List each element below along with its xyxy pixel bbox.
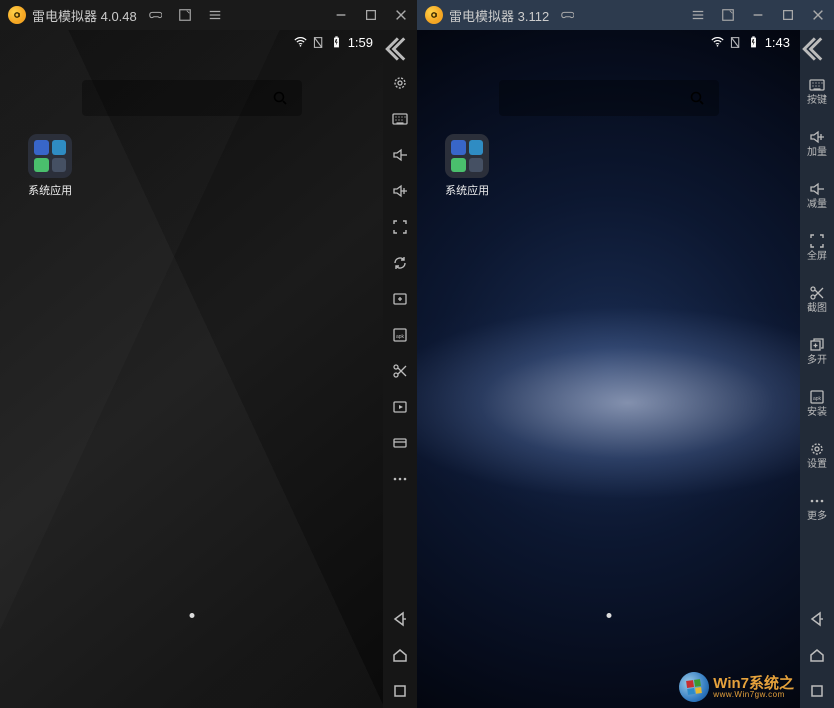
tool-settings[interactable]: 设置	[800, 430, 834, 480]
app-system-apps[interactable]: 系统应用	[427, 134, 507, 198]
window-title: 雷电模拟器 3.112	[449, 6, 549, 25]
tool-apk[interactable]	[383, 318, 417, 352]
collapse-sidebar-button[interactable]	[383, 34, 417, 64]
tool-volume-down[interactable]: 减量	[800, 170, 834, 220]
tool-screenshot[interactable]: 截图	[800, 274, 834, 324]
app-system-apps[interactable]: 系统应用	[10, 134, 90, 198]
tool-fullscreen[interactable]: 全屏	[800, 222, 834, 272]
emulator-window-left: 雷电模拟器 4.0.48 1:59	[0, 0, 417, 708]
close-button[interactable]	[806, 3, 830, 27]
folder-icon	[445, 134, 489, 178]
tool-cut[interactable]	[383, 354, 417, 388]
menu-button[interactable]	[203, 3, 227, 27]
gamepad-button[interactable]	[143, 3, 167, 27]
tool-fullscreen[interactable]	[383, 210, 417, 244]
tool-add-window[interactable]	[383, 282, 417, 316]
nav-back[interactable]	[800, 602, 834, 636]
page-indicator	[189, 613, 194, 618]
app-logo-icon	[425, 6, 443, 24]
nav-back[interactable]	[383, 602, 417, 636]
tool-volume-down[interactable]	[383, 138, 417, 172]
collapse-sidebar-button[interactable]	[800, 34, 834, 64]
toolbar-sidebar	[383, 30, 417, 708]
close-button[interactable]	[389, 3, 413, 27]
maximize-button[interactable]	[776, 3, 800, 27]
tool-multi[interactable]: 多开	[800, 326, 834, 376]
toolbar-sidebar: 按键 加量 减量 全屏 截图 多开 安装 设置 更多	[800, 30, 834, 708]
search-icon	[272, 90, 288, 106]
nav-recent[interactable]	[800, 674, 834, 708]
emulator-window-right: 雷电模拟器 3.112 1:43	[417, 0, 834, 708]
tool-more[interactable]: 更多	[800, 482, 834, 532]
tool-keyboard[interactable]: 按键	[800, 66, 834, 116]
watermark-text: Win7系统之	[713, 676, 794, 691]
home-screen: 系统应用	[417, 30, 800, 708]
titlebar: 雷电模拟器 3.112	[417, 0, 834, 30]
app-logo-icon	[8, 6, 26, 24]
tool-install-apk[interactable]: 安装	[800, 378, 834, 428]
nav-home[interactable]	[800, 638, 834, 672]
tool-play[interactable]	[383, 390, 417, 424]
page-indicator	[606, 613, 611, 618]
nav-recent[interactable]	[383, 674, 417, 708]
minimize-button[interactable]	[329, 3, 353, 27]
window-title: 雷电模拟器 4.0.48	[32, 6, 137, 25]
search-bar[interactable]	[499, 80, 719, 116]
watermark-url: www.Win7gw.com	[713, 691, 794, 699]
search-icon	[689, 90, 705, 106]
tool-volume-up[interactable]	[383, 174, 417, 208]
app-label: 系统应用	[445, 182, 489, 198]
maximize-button[interactable]	[359, 3, 383, 27]
nav-home[interactable]	[383, 638, 417, 672]
tool-keyboard[interactable]	[383, 102, 417, 136]
tool-volume-up[interactable]: 加量	[800, 118, 834, 168]
tool-settings[interactable]	[383, 66, 417, 100]
tool-sync[interactable]	[383, 246, 417, 280]
search-bar[interactable]	[82, 80, 302, 116]
titlebar: 雷电模拟器 4.0.48	[0, 0, 417, 30]
menu-button[interactable]	[686, 3, 710, 27]
screenshot-button[interactable]	[173, 3, 197, 27]
screenshot-button[interactable]	[716, 3, 740, 27]
home-screen: 系统应用	[0, 30, 383, 708]
folder-icon	[28, 134, 72, 178]
watermark: Win7系统之 www.Win7gw.com	[679, 672, 794, 702]
minimize-button[interactable]	[746, 3, 770, 27]
tool-more[interactable]	[383, 462, 417, 496]
emulator-screen[interactable]: 1:43 系统应用 Win7系	[417, 30, 800, 708]
app-label: 系统应用	[28, 182, 72, 198]
app-grid: 系统应用	[417, 116, 800, 198]
tool-card[interactable]	[383, 426, 417, 460]
app-grid: 系统应用	[0, 116, 383, 198]
gamepad-button[interactable]	[555, 3, 579, 27]
emulator-screen[interactable]: 1:59 系统应用	[0, 30, 383, 708]
